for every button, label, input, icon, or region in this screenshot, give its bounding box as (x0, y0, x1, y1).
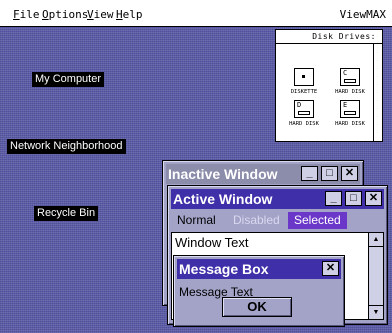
maximize-icon[interactable]: □ (321, 166, 338, 181)
maximize-icon[interactable]: □ (345, 191, 362, 206)
minimize-icon[interactable]: _ (301, 166, 318, 181)
message-box: Message Box ✕ Message Text OK (173, 255, 345, 327)
desktop-icon-network-neighborhood[interactable]: Network Neighborhood (7, 139, 126, 154)
message-box-titlebar[interactable]: Message Box ✕ (177, 259, 341, 279)
close-icon[interactable]: ✕ (365, 191, 382, 206)
vertical-scrollbar[interactable]: ▲ ▼ (368, 233, 383, 319)
menu-file[interactable]: File (13, 8, 40, 21)
menu-item-selected[interactable]: Selected (288, 212, 347, 229)
drive-e[interactable]: E HARD DISK (332, 100, 368, 127)
desktop-icon-recycle-bin[interactable]: Recycle Bin (34, 206, 99, 221)
drive-a[interactable]: DISKETTE (286, 68, 322, 95)
hard-disk-icon: D (294, 100, 314, 118)
close-icon[interactable]: ✕ (341, 166, 358, 181)
diskette-icon (294, 68, 314, 86)
ok-button[interactable]: OK (222, 297, 292, 317)
scroll-up-icon[interactable]: ▲ (369, 233, 383, 247)
app-name: ViewMAX (339, 8, 386, 21)
inactive-window-titlebar[interactable]: Inactive Window _ □ ✕ (166, 164, 360, 184)
close-icon[interactable]: ✕ (322, 261, 339, 276)
message-box-title: Message Box (179, 261, 269, 277)
disk-drives-scrollbar[interactable] (373, 44, 382, 141)
disk-drives-panel: Disk Drives: DISKETTE C HARD DISK D HARD… (275, 29, 383, 142)
menu-help[interactable]: Help (116, 8, 143, 21)
inactive-window-title: Inactive Window (168, 166, 278, 182)
menu-options[interactable]: Options (42, 8, 88, 21)
active-window-menu: Normal Disabled Selected (171, 212, 384, 229)
drive-label: HARD DISK (335, 121, 365, 127)
hard-disk-icon: C (340, 68, 360, 86)
drive-label: HARD DISK (289, 121, 319, 127)
drive-label: HARD DISK (335, 89, 365, 95)
hard-disk-icon: E (340, 100, 360, 118)
window-text: Window Text (175, 235, 249, 250)
minimize-icon[interactable]: _ (325, 191, 342, 206)
menu-item-disabled: Disabled (233, 213, 280, 227)
drive-d[interactable]: D HARD DISK (286, 100, 322, 127)
scroll-down-icon[interactable]: ▼ (369, 305, 383, 319)
menu-item-normal[interactable]: Normal (173, 212, 220, 229)
drive-c[interactable]: C HARD DISK (332, 68, 368, 95)
active-window-title: Active Window (173, 191, 273, 207)
menu-view[interactable]: View (87, 8, 114, 21)
menu-bar: File Options View Help ViewMAX (0, 0, 392, 27)
desktop-icon-my-computer[interactable]: My Computer (32, 72, 105, 87)
disk-drives-title: Disk Drives: (276, 30, 382, 44)
drive-label: DISKETTE (290, 89, 318, 95)
active-window-titlebar[interactable]: Active Window _ □ ✕ (171, 189, 384, 209)
